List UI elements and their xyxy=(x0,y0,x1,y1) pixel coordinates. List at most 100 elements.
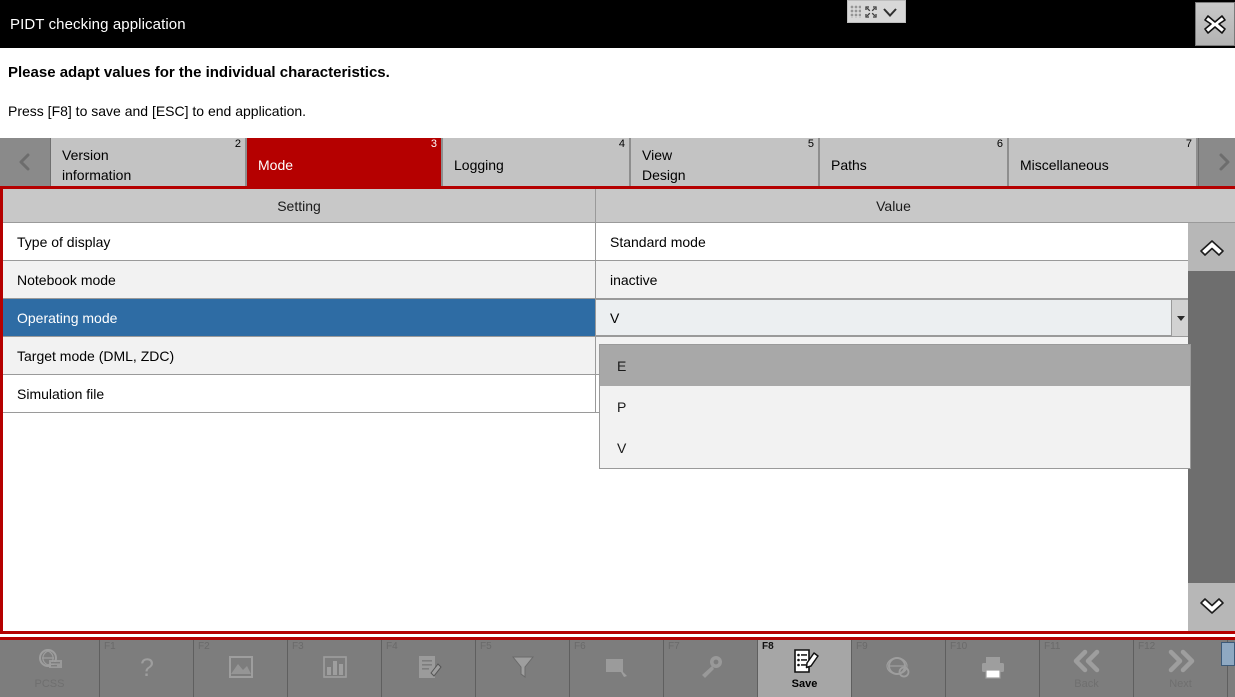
table-row[interactable]: Operating mode V xyxy=(3,299,1191,337)
printer-icon xyxy=(979,653,1007,681)
function-button-f5[interactable]: F5 xyxy=(476,640,570,697)
tab-label: Mode xyxy=(258,157,294,173)
cell-setting[interactable]: Simulation file xyxy=(3,375,596,412)
function-key-label: F4 xyxy=(386,641,398,652)
function-key-label: F5 xyxy=(480,641,492,652)
function-button-f8[interactable]: F8 Save xyxy=(758,640,852,697)
function-button-f9[interactable]: F9 xyxy=(852,640,946,697)
tab-bar: Version information 2 Mode 3 Logging 4 View De… xyxy=(0,138,1235,186)
table-row[interactable]: Notebook mode inactive xyxy=(3,261,1191,299)
close-button[interactable] xyxy=(1195,2,1235,46)
double-right-icon xyxy=(1164,647,1198,675)
tab-number: 2 xyxy=(234,138,241,150)
expand-arrows-icon[interactable] xyxy=(863,4,879,20)
function-button-f2[interactable]: F2 xyxy=(194,640,288,697)
cell-value[interactable]: inactive xyxy=(596,261,1191,298)
function-button-label: Save xyxy=(791,678,818,690)
function-key-label: F9 xyxy=(856,641,868,652)
chevron-down-icon[interactable] xyxy=(881,4,897,20)
pcss-logo-icon xyxy=(35,647,65,675)
table-row[interactable]: Type of display Standard mode xyxy=(3,223,1191,261)
function-key-label: F10 xyxy=(950,641,968,652)
tab-label: Miscellaneous xyxy=(1020,157,1109,173)
globe-search-icon xyxy=(885,653,913,681)
function-button-f3[interactable]: F3 xyxy=(288,640,382,697)
tab-scroll-left-button[interactable] xyxy=(0,138,51,186)
scroll-down-button[interactable] xyxy=(1188,583,1235,631)
function-key-label: F12 xyxy=(1138,641,1156,652)
function-button-f7[interactable]: F7 xyxy=(664,640,758,697)
cell-value[interactable]: Standard mode xyxy=(596,223,1191,260)
function-button-label: Back xyxy=(1074,678,1099,690)
column-header-setting: Setting xyxy=(3,189,596,222)
chevron-up-icon xyxy=(1199,240,1224,256)
tab-number: 4 xyxy=(618,138,625,150)
function-key-label: F8 xyxy=(762,641,774,652)
svg-text:?: ? xyxy=(140,654,154,682)
chevron-right-double-icon xyxy=(1219,153,1230,171)
tab-label: Logging xyxy=(454,157,504,173)
image-icon xyxy=(227,653,255,681)
operating-mode-dropdown-list[interactable]: EPV xyxy=(599,344,1191,469)
tab-logging[interactable]: Logging 4 xyxy=(443,138,631,186)
scroll-rail xyxy=(1188,189,1235,631)
double-left-icon xyxy=(1070,647,1104,675)
function-button-f11[interactable]: F11 Back xyxy=(1040,640,1134,697)
dropdown-option[interactable]: E xyxy=(600,345,1190,386)
function-button-pcss[interactable]: PCSS xyxy=(0,640,100,697)
question-mark-icon: ? xyxy=(134,653,160,682)
tab-number: 5 xyxy=(807,138,814,150)
cell-setting[interactable]: Target mode (DML, ZDC) xyxy=(3,337,596,374)
function-button-f4[interactable]: F4 xyxy=(382,640,476,697)
cell-setting[interactable]: Notebook mode xyxy=(3,261,596,298)
floating-mini-toolbar[interactable] xyxy=(847,0,906,23)
dropdown-option[interactable]: V xyxy=(600,427,1190,468)
function-button-f12[interactable]: F12 Next xyxy=(1134,640,1228,697)
funnel-filter-icon xyxy=(510,653,536,681)
instruction-area: Please adapt values for the individual c… xyxy=(0,48,1235,138)
table-header-row: Setting Value xyxy=(3,189,1191,223)
clipboard-pen-icon xyxy=(790,647,820,675)
tab-miscellaneous[interactable]: Miscellaneous 7 xyxy=(1009,138,1198,186)
tab-scroll-right-button[interactable] xyxy=(1198,138,1235,186)
title-bar: PIDT checking application xyxy=(0,0,1235,48)
tab-number: 3 xyxy=(430,138,437,150)
tab-number: 6 xyxy=(996,138,1003,150)
clipboard-edit-icon xyxy=(416,653,442,681)
tab-mode[interactable]: Mode 3 xyxy=(247,138,443,186)
instruction-subline: Press [F8] to save and [ESC] to end appl… xyxy=(8,103,307,119)
cell-setting[interactable]: Operating mode xyxy=(3,299,596,336)
function-button-f1[interactable]: F1? xyxy=(100,640,194,697)
scroll-up-button[interactable] xyxy=(1188,223,1235,271)
chevron-left-double-icon xyxy=(19,153,30,171)
window-cursor-icon xyxy=(603,653,631,681)
caret-down-icon xyxy=(1177,315,1185,321)
grip-dots-icon[interactable] xyxy=(850,5,861,18)
tab-paths[interactable]: Paths 6 xyxy=(820,138,1009,186)
function-button-label: Next xyxy=(1169,678,1192,690)
column-header-value: Value xyxy=(876,197,911,214)
tab-label: Version information xyxy=(62,147,132,183)
cell-value[interactable]: V xyxy=(596,299,1191,336)
tab-version-information[interactable]: Version information 2 xyxy=(51,138,247,186)
function-button-f10[interactable]: F10 xyxy=(946,640,1040,697)
function-button-f6[interactable]: F6 xyxy=(570,640,664,697)
car-key-icon xyxy=(697,653,725,681)
function-key-label: F3 xyxy=(292,641,304,652)
function-key-toolbar: PCSS F1? F2 F3 F4 F5 F6 F7 F8 Save F9 F10 F11 Back F12… xyxy=(0,637,1235,697)
close-x-icon xyxy=(1204,15,1226,34)
function-key-label: F1 xyxy=(104,641,116,652)
function-key-label: F2 xyxy=(198,641,210,652)
cell-value-text: V xyxy=(610,309,620,326)
function-key-label: F6 xyxy=(574,641,586,652)
window-title: PIDT checking application xyxy=(10,16,186,33)
dropdown-option[interactable]: P xyxy=(600,386,1190,427)
function-key-label: F7 xyxy=(668,641,680,652)
tab-view-design[interactable]: View Design 5 xyxy=(631,138,820,186)
scroll-rail-header-spacer xyxy=(1188,189,1235,223)
settings-panel: Setting Value Type of display Standard mo… xyxy=(0,186,1235,634)
toolbar-right-edge-widget[interactable] xyxy=(1219,637,1235,697)
cell-setting[interactable]: Type of display xyxy=(3,223,596,260)
function-button-label: PCSS xyxy=(34,678,65,690)
tab-label: Paths xyxy=(831,157,867,173)
